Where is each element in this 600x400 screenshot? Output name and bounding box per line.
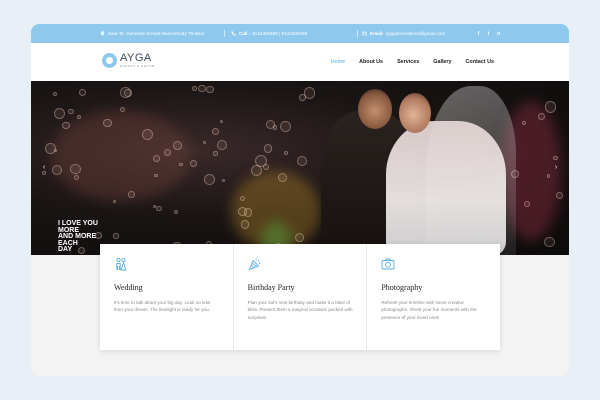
groom-head: [358, 89, 392, 129]
logo-mark-icon: [102, 53, 117, 68]
bokeh-bubble: [240, 220, 249, 229]
card-title: Birthday Party: [247, 283, 295, 292]
bokeh-bubble: [51, 164, 62, 175]
card-title: Photography: [381, 283, 423, 292]
bokeh-bubble: [212, 128, 220, 135]
mail-icon: [362, 31, 367, 36]
phone-number[interactable]: 9144300488 | 9144300488: [252, 31, 307, 36]
bokeh-bubble: [546, 174, 551, 178]
bokeh-bubble: [544, 236, 555, 248]
divider: [357, 30, 358, 37]
hero-slider: I LOVE YOU MORE AND MORE EACH DAY ‹ ›: [31, 81, 569, 255]
bokeh-bubble: [174, 209, 179, 214]
card-title: Wedding: [114, 283, 143, 292]
bokeh-bubble: [213, 151, 218, 156]
bokeh-bubble: [173, 141, 182, 151]
bokeh-bubble: [44, 142, 56, 154]
bokeh-bubble: [221, 179, 225, 183]
hero-glow: [51, 111, 191, 201]
instagram-icon[interactable]: o: [496, 31, 501, 37]
bokeh-bubble: [76, 114, 81, 119]
card-description: It's time to talk about your big day. Lo…: [114, 300, 211, 313]
nav-services[interactable]: Services: [397, 59, 419, 65]
bokeh-bubble: [521, 121, 526, 125]
brand-tagline: EVENTS & DECOR: [120, 64, 155, 68]
website-frame: Near St. Gemmas School Mannuthody Thriss…: [31, 24, 569, 376]
phone-icon: [231, 31, 236, 36]
wedding-icon: [116, 257, 127, 271]
bokeh-bubble: [152, 154, 160, 162]
email-item[interactable]: Email: aygadecorations@gmail.com: [362, 24, 445, 43]
divider: [224, 30, 225, 37]
bokeh-bubble: [303, 86, 316, 99]
card-description: Refresh your timeline with some creative…: [381, 300, 477, 320]
bokeh-bubble: [202, 141, 206, 145]
bokeh-bubble: [53, 108, 65, 120]
bokeh-bubble: [192, 85, 197, 91]
bokeh-bubble: [203, 174, 215, 185]
chevron-left-icon[interactable]: ‹: [39, 163, 49, 173]
camera-icon: [381, 258, 395, 270]
service-card-birthday-party[interactable]: Birthday Party Plan your kid's next birt…: [234, 244, 368, 350]
bride-head: [399, 93, 431, 133]
bokeh-bubble: [120, 87, 131, 98]
nav-contact-us[interactable]: Contact Us: [466, 59, 494, 65]
bokeh-bubble: [537, 112, 545, 120]
address-item: Near St. Gemmas School Mannuthody Thriss…: [100, 24, 204, 43]
bokeh-bubble: [197, 84, 206, 93]
party-icon: [248, 257, 261, 271]
bokeh-bubble: [280, 120, 292, 132]
brand-name: AYGA: [120, 52, 152, 64]
bokeh-bubble: [163, 148, 172, 156]
bokeh-bubble: [141, 128, 153, 140]
bokeh-bubble: [128, 191, 135, 198]
social-links: f t o: [476, 24, 501, 43]
bokeh-bubble: [217, 139, 228, 150]
bokeh-bubble: [239, 196, 245, 202]
bokeh-bubble: [67, 108, 74, 115]
bokeh-bubble: [78, 89, 86, 97]
logo-text: AYGA EVENTS & DECOR: [120, 53, 155, 68]
main-navbar: AYGA EVENTS & DECOR Home About Us Servic…: [31, 43, 569, 81]
hero-caption: I LOVE YOU MORE AND MORE EACH DAY: [58, 220, 98, 254]
address-text: Near St. Gemmas School Mannuthody Thriss…: [108, 31, 205, 36]
call-label: Call :: [239, 31, 251, 36]
bokeh-bubble: [297, 155, 308, 166]
nav-home[interactable]: Home: [331, 59, 345, 65]
email-address[interactable]: aygadecorations@gmail.com: [386, 31, 445, 36]
bokeh-bubble: [189, 159, 197, 167]
bokeh-bubble: [112, 199, 117, 203]
bokeh-bubble: [265, 119, 276, 129]
service-cards: Wedding It's time to talk about your big…: [100, 244, 500, 350]
nav-about-us[interactable]: About Us: [359, 59, 383, 65]
bokeh-bubble: [545, 101, 557, 113]
email-label: Email:: [370, 31, 384, 36]
service-card-photography[interactable]: Photography Refresh your timeline with s…: [367, 244, 500, 350]
caption-line: DAY: [58, 246, 73, 254]
nav-gallery[interactable]: Gallery: [433, 59, 451, 65]
bokeh-bubble: [263, 144, 273, 153]
primary-nav: Home About Us Services Gallery Contact U…: [331, 43, 494, 81]
bokeh-bubble: [219, 119, 224, 124]
bokeh-bubble: [206, 85, 214, 94]
bokeh-bubble: [53, 92, 58, 97]
brand-logo[interactable]: AYGA EVENTS & DECOR: [102, 53, 155, 68]
phone-item[interactable]: Call : 9144300488 | 9144300488: [231, 24, 307, 43]
twitter-icon[interactable]: t: [486, 31, 491, 37]
bride-figure: [386, 121, 506, 255]
service-card-wedding[interactable]: Wedding It's time to talk about your big…: [100, 244, 234, 350]
bokeh-bubble: [62, 121, 70, 130]
facebook-icon[interactable]: f: [476, 31, 481, 37]
bokeh-bubble: [156, 205, 162, 212]
bokeh-bubble: [73, 175, 79, 181]
bokeh-bubble: [254, 154, 267, 167]
card-description: Plan your kid's next birthday and make i…: [247, 300, 353, 320]
chevron-right-icon[interactable]: ›: [551, 163, 561, 173]
top-info-bar: Near St. Gemmas School Mannuthody Thriss…: [31, 24, 569, 43]
bokeh-bubble: [113, 233, 119, 239]
bokeh-bubble: [555, 191, 564, 199]
bokeh-bubble: [284, 150, 289, 155]
location-pin-icon: [100, 31, 105, 36]
